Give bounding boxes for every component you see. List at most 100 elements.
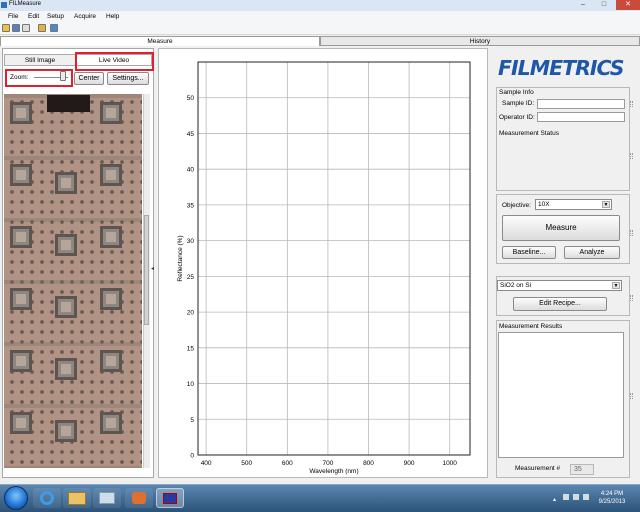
x-tick-label: 1000 [442, 460, 457, 467]
y-tick-label: 0 [190, 453, 194, 460]
menu-setup[interactable]: Setup [47, 13, 64, 20]
video-scrollbar-thumb[interactable] [144, 215, 149, 325]
x-tick-label: 500 [241, 460, 252, 467]
open-icon[interactable] [2, 24, 10, 32]
x-tick-label: 400 [201, 460, 212, 467]
x-axis-label: Wavelength (nm) [309, 468, 358, 475]
file-explorer-icon[interactable] [63, 488, 91, 508]
measure-button[interactable]: Measure [502, 215, 620, 241]
flag-icon[interactable] [563, 494, 569, 500]
clock[interactable]: 4:24 PM 9/25/2013 [592, 490, 632, 506]
wafer-die [100, 350, 122, 372]
wafer-die [10, 164, 32, 186]
camera-icon[interactable] [50, 24, 58, 32]
reflectance-chart: 400 500 600 700 800 900 1000 0 5 10 15 20 25 30 35 40 45… [177, 61, 471, 475]
title-bar: FILMeasure [0, 0, 640, 11]
wafer-die [100, 412, 122, 434]
video-overlay-box [47, 95, 90, 112]
sample-id-input[interactable] [537, 99, 625, 109]
grip-handle-icon [630, 101, 633, 107]
app-icon [1, 2, 7, 8]
y-tick-label: 30 [187, 238, 195, 245]
show-hidden-icons-icon[interactable]: ▴ [553, 496, 561, 503]
minimize-button[interactable]: – [574, 0, 592, 10]
wafer-die [10, 350, 32, 372]
start-button[interactable] [4, 486, 28, 510]
measurement-results-box[interactable] [498, 332, 624, 458]
chevron-down-icon: ▼ [602, 201, 610, 208]
internet-explorer-icon[interactable] [33, 488, 61, 508]
objective-label: Objective: [502, 202, 531, 209]
chevron-down-icon: ▼ [612, 282, 620, 289]
menu-edit[interactable]: Edit [28, 13, 39, 20]
y-tick-label: 45 [187, 131, 195, 138]
measurement-status-label: Measurement Status [499, 130, 559, 137]
y-axis-label: Reflectance (%) [177, 235, 184, 281]
clock-time: 4:24 PM [600, 491, 624, 497]
paint-icon[interactable] [125, 488, 153, 508]
analyze-button[interactable]: Analyze [564, 246, 620, 259]
wafer-die [55, 358, 77, 380]
settings-button[interactable]: Settings... [107, 72, 149, 85]
x-tick-label: 700 [322, 460, 333, 467]
grip-handle-icon [630, 153, 633, 159]
wafer-die [55, 234, 77, 256]
wafer-die [55, 420, 77, 442]
filmeasure-taskbar-icon[interactable] [156, 488, 184, 508]
clock-date: 9/25/2013 [598, 499, 626, 505]
baseline-button[interactable]: Baseline... [502, 246, 556, 259]
volume-icon[interactable] [583, 494, 589, 500]
menu-acquire[interactable]: Acquire [74, 13, 96, 20]
maximize-button[interactable]: □ [595, 0, 613, 10]
operator-id-label: Operator ID: [499, 114, 535, 121]
wafer-die [55, 296, 77, 318]
live-video-highlight [75, 52, 154, 71]
toolbar [0, 22, 640, 35]
objective-value: 10X [538, 201, 550, 208]
tab-still-image[interactable]: Still Image [4, 54, 76, 66]
recipe-select[interactable]: SiO2 on Si ▼ [497, 280, 622, 291]
y-tick-label: 50 [187, 95, 195, 102]
x-tick-label: 800 [363, 460, 374, 467]
y-tick-label: 25 [187, 274, 195, 281]
y-tick-label: 35 [187, 202, 195, 209]
zoom-slider-thumb[interactable] [59, 71, 66, 81]
print-icon[interactable] [22, 24, 30, 32]
filmetrics-logo: FILMETRICS [498, 56, 625, 80]
image-icon[interactable] [38, 24, 46, 32]
wafer-die [100, 288, 122, 310]
sample-id-label: Sample ID: [502, 100, 535, 107]
y-tick-label: 40 [187, 167, 195, 174]
collapse-arrow-icon[interactable]: ◂ [151, 265, 154, 272]
wafer-die [55, 172, 77, 194]
objective-select[interactable]: 10X ▼ [535, 199, 612, 210]
network-icon[interactable] [573, 494, 579, 500]
save-icon[interactable] [12, 24, 20, 32]
app-icon[interactable] [93, 488, 121, 508]
menu-help[interactable]: Help [106, 13, 119, 20]
zoom-label: Zoom: [10, 74, 29, 81]
measurement-number-label: Measurement # [515, 465, 561, 472]
wafer-die [100, 226, 122, 248]
wafer-die [100, 164, 122, 186]
x-tick-label: 600 [282, 460, 293, 467]
plot-area [197, 61, 471, 456]
window-title: FILMeasure [9, 1, 42, 7]
close-button[interactable]: ✕ [616, 0, 640, 10]
wafer-die [10, 412, 32, 434]
y-tick-label: 15 [187, 345, 195, 352]
measurement-results-label: Measurement Results [499, 323, 563, 330]
wafer-die [100, 102, 122, 124]
sample-info-title: Sample Info [499, 89, 534, 96]
edit-recipe-button[interactable]: Edit Recipe... [513, 297, 607, 311]
grip-handle-icon [630, 295, 633, 301]
operator-id-input[interactable] [537, 112, 625, 122]
recipe-value: SiO2 on Si [500, 282, 532, 289]
tab-history[interactable]: History [320, 36, 640, 46]
tab-measure[interactable]: Measure [0, 36, 320, 46]
x-tick-label: 900 [404, 460, 415, 467]
wafer-die [10, 288, 32, 310]
menu-file[interactable]: File [8, 13, 18, 20]
center-button[interactable]: Center [74, 72, 104, 85]
y-tick-label: 5 [190, 417, 194, 424]
